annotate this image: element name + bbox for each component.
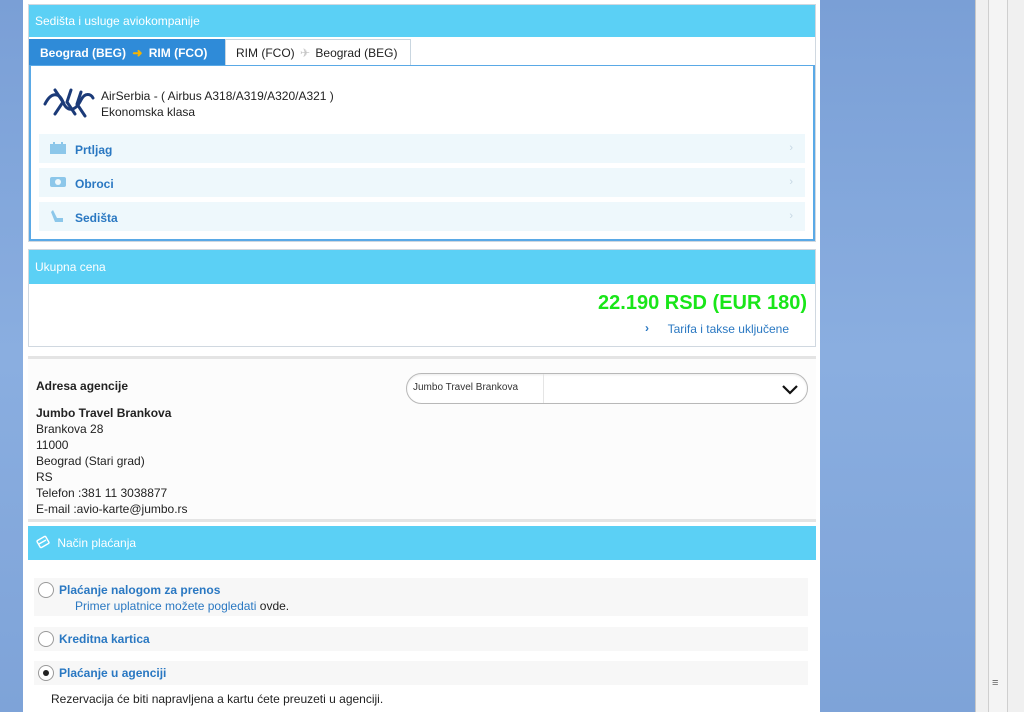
select-divider: [543, 374, 544, 403]
agency-title: Adresa agencije: [36, 379, 129, 393]
meal-icon: [50, 177, 66, 187]
tab-outbound-to: RIM (FCO): [148, 46, 208, 60]
seats-services-panel: Sedišta i usluge aviokompanije Beograd (…: [28, 4, 816, 242]
flight-details: AirSerbia - ( Airbus A318/A319/A320/A321…: [29, 65, 815, 241]
tab-outbound-from: Beograd (BEG): [40, 46, 127, 60]
feature-meals-label: Obroci: [75, 177, 114, 191]
tab-return-to: Beograd (BEG): [315, 46, 398, 60]
payment-option-transfer-label: Plaćanje nalogom za prenos: [59, 583, 221, 597]
airline-text: AirSerbia - ( Airbus A318/A319/A320/A321…: [101, 88, 334, 120]
seat-icon: [51, 210, 63, 222]
airline-info: AirSerbia - ( Airbus A318/A319/A320/A321…: [39, 80, 805, 130]
total-price-panel: Ukupna cena 22.190 RSD (EUR 180) › Tarif…: [28, 249, 816, 347]
radio-agency[interactable]: [38, 665, 54, 681]
tab-return[interactable]: RIM (FCO) ✈ Beograd (BEG): [225, 39, 411, 65]
agency-country: RS: [36, 470, 53, 484]
payment-option-transfer[interactable]: Plaćanje nalogom za prenos Primer uplatn…: [34, 578, 808, 616]
chevron-right-icon: ›: [789, 210, 793, 222]
price-body: 22.190 RSD (EUR 180) › Tarifa i takse uk…: [29, 284, 815, 346]
agency-street: Brankova 28: [36, 422, 104, 436]
payment-example-text: Primer uplatnice možete pogledati ovde.: [75, 599, 289, 613]
agency-name: Jumbo Travel Brankova: [36, 406, 172, 420]
agency-section: Adresa agencije Jumbo Travel Brankova Ju…: [28, 356, 816, 522]
seats-services-header: Sedišta i usluge aviokompanije: [29, 5, 815, 37]
cabin-class: Ekonomska klasa: [101, 105, 196, 119]
payment-example-here[interactable]: ovde.: [260, 599, 289, 613]
agency-phone: Telefon :381 11 3038877: [36, 486, 168, 500]
payment-example-link[interactable]: Primer uplatnice možete pogledati: [75, 599, 256, 613]
feature-meals[interactable]: Obroci ›: [39, 168, 805, 198]
payment-option-agency[interactable]: Plaćanje u agenciji: [34, 661, 808, 685]
flight-tabs: Beograd (BEG) ➜ RIM (FCO) RIM (FCO) ✈ Be…: [29, 37, 815, 65]
plane-icon: ✈: [300, 46, 311, 60]
agency-email: E-mail :avio-karte@jumbo.rs: [36, 502, 188, 516]
scrollbar[interactable]: [988, 0, 1008, 712]
airline-name: AirSerbia - ( Airbus A318/A319/A320/A321…: [101, 89, 334, 103]
chevron-right-icon: ›: [789, 176, 793, 188]
chevron-down-icon: [782, 385, 798, 395]
feature-seats-label: Sedišta: [75, 211, 118, 225]
payment-option-card-label: Kreditna kartica: [59, 632, 150, 646]
tab-return-from: RIM (FCO): [236, 46, 295, 60]
total-price-header: Ukupna cena: [29, 250, 815, 284]
agency-address: Jumbo Travel Brankova Brankova 28 11000 …: [36, 405, 188, 517]
payment-option-agency-label: Plaćanje u agenciji: [59, 666, 167, 680]
card-icon: [36, 535, 50, 549]
agency-city: Beograd (Stari grad): [36, 454, 145, 468]
agency-zip: 11000: [36, 438, 69, 452]
feature-luggage-label: Prtljag: [75, 143, 113, 157]
taxes-link[interactable]: Tarifa i takse uključene: [668, 322, 789, 336]
chevron-right-icon: ›: [789, 142, 793, 154]
feature-luggage[interactable]: Prtljag ›: [39, 134, 805, 164]
radio-card[interactable]: [38, 631, 54, 647]
payment-header-label: Način plaćanja: [57, 536, 137, 550]
payment-header: Način plaćanja: [28, 526, 816, 560]
agency-select[interactable]: Jumbo Travel Brankova: [406, 373, 808, 404]
total-price: 22.190 RSD (EUR 180): [598, 292, 807, 314]
payment-option-card[interactable]: Kreditna kartica: [34, 627, 808, 651]
arrow-right-icon: ➜: [132, 46, 143, 60]
payment-note: Rezervacija će biti napravljena a kartu …: [51, 692, 384, 706]
chevron-right-icon: ›: [645, 321, 649, 335]
radio-transfer[interactable]: [38, 582, 54, 598]
resize-grip-icon[interactable]: ≡: [992, 678, 1002, 689]
luggage-icon: [50, 142, 66, 154]
feature-seats[interactable]: Sedišta ›: [39, 202, 805, 232]
agency-select-value: Jumbo Travel Brankova: [413, 382, 519, 393]
airserbia-logo-icon: [43, 88, 95, 118]
tab-outbound[interactable]: Beograd (BEG) ➜ RIM (FCO): [29, 39, 225, 65]
